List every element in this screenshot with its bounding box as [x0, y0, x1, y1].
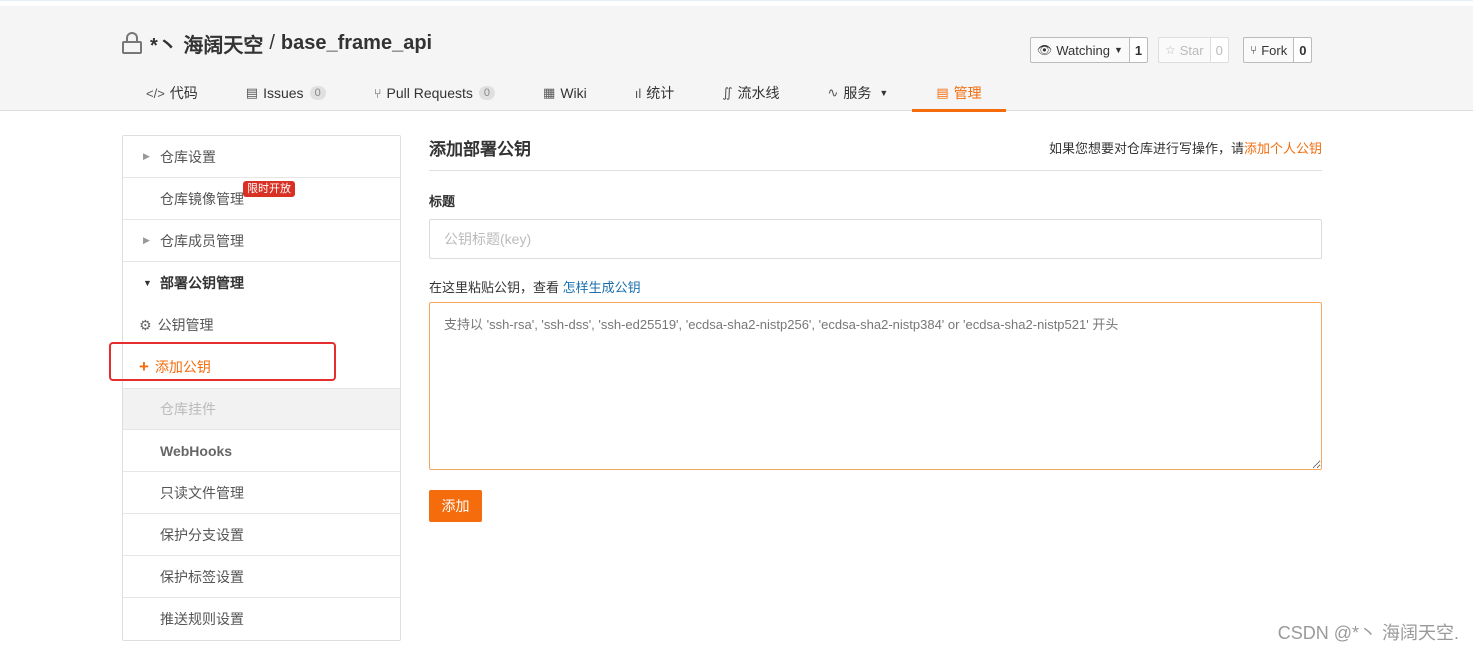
- tab-label: Pull Requests: [386, 85, 473, 101]
- watch-count[interactable]: 1: [1129, 37, 1149, 63]
- tab-wiki[interactable]: ▦ Wiki: [519, 75, 611, 111]
- settings-sidebar: ▶ 仓库设置 仓库镜像管理 限时开放 ▶ 仓库成员管理 ▼ 部署公钥管理 ⚙ 公…: [122, 135, 401, 641]
- sidebar-item-readonly-files[interactable]: 只读文件管理: [123, 472, 400, 514]
- watch-button[interactable]: 👁 Watching ▼: [1030, 37, 1130, 63]
- chevron-down-icon: ▼: [1113, 45, 1123, 55]
- tab-label: Issues: [263, 85, 304, 101]
- sidebar-item-label: 仓库镜像管理: [160, 190, 244, 207]
- sidebar-item-protected-branches[interactable]: 保护分支设置: [123, 514, 400, 556]
- fork-control[interactable]: ⑂ Fork 0: [1243, 37, 1313, 63]
- watch-control[interactable]: 👁 Watching ▼ 1: [1030, 37, 1149, 63]
- repo-tabs: </> 代码 ▤ Issues 0 ⑂ Pull Requests 0 ▦ Wi…: [122, 75, 1006, 112]
- add-key-button[interactable]: 添加: [429, 490, 482, 522]
- how-to-generate-key-link[interactable]: 怎样生成公钥: [563, 280, 641, 295]
- code-icon: </>: [146, 85, 165, 101]
- repo-title: *丶 海阔天空 / base_frame_api: [122, 29, 432, 58]
- repo-name-link[interactable]: base_frame_api: [281, 32, 432, 55]
- manage-icon: ▤: [936, 85, 949, 100]
- sidebar-item-label: 仓库挂件: [160, 401, 216, 417]
- title-label: 标题: [429, 194, 456, 209]
- pipeline-icon: ∬: [722, 85, 733, 100]
- tab-issues[interactable]: ▤ Issues 0: [222, 75, 350, 111]
- sidebar-item-label: 保护分支设置: [160, 526, 244, 543]
- star-control[interactable]: ☆ Star 0: [1158, 37, 1229, 63]
- repo-header: *丶 海阔天空 / base_frame_api 👁 Watching ▼ 1 …: [0, 6, 1473, 112]
- sidebar-item-label: 推送规则设置: [160, 611, 244, 627]
- sidebar-item-push-rules[interactable]: 推送规则设置: [123, 598, 400, 640]
- caret-down-icon: ▼: [879, 88, 889, 98]
- add-personal-key-link[interactable]: 添加个人公钥: [1244, 141, 1322, 156]
- watch-label: Watching: [1056, 42, 1110, 58]
- caret-right-icon: ▶: [143, 235, 150, 245]
- fork-button[interactable]: ⑂ Fork: [1243, 37, 1295, 63]
- fork-count[interactable]: 0: [1294, 37, 1313, 63]
- caret-right-icon: ▶: [143, 151, 150, 161]
- personal-key-hint: 如果您想要对仓库进行写操作，请添加个人公钥: [1049, 138, 1322, 157]
- issues-count-badge: 0: [309, 86, 326, 100]
- paste-label-text: 在这里粘贴公钥，查看: [429, 280, 560, 295]
- fork-icon: ⑂: [1250, 43, 1258, 57]
- star-button[interactable]: ☆ Star: [1158, 37, 1211, 63]
- tab-code[interactable]: </> 代码: [122, 75, 222, 111]
- tab-services[interactable]: ∿ 服务 ▼: [804, 75, 913, 111]
- sidebar-item-widgets: 仓库挂件: [123, 388, 400, 430]
- annotation-highlight-box: [109, 342, 336, 381]
- sidebar-item-label: 保护标签设置: [160, 568, 244, 585]
- star-icon: ☆: [1165, 43, 1176, 57]
- sidebar-item-label: 仓库成员管理: [160, 232, 244, 249]
- tab-label: 管理: [953, 85, 982, 101]
- sidebar-item-label: WebHooks: [160, 442, 233, 459]
- pulse-icon: ∿: [827, 85, 839, 100]
- sidebar-item-members[interactable]: ▶ 仓库成员管理: [123, 220, 400, 262]
- public-key-textarea[interactable]: [429, 302, 1322, 470]
- page-title: 添加部署公钥: [429, 140, 531, 159]
- watermark: CSDN @*丶 海阔天空.: [1277, 623, 1459, 643]
- repo-separator: /: [269, 31, 275, 54]
- hint-text: 如果您想要对仓库进行写操作，请: [1048, 141, 1244, 156]
- repo-owner-link[interactable]: *丶 海阔天空: [150, 29, 263, 58]
- gear-icon: ⚙: [139, 316, 152, 333]
- sidebar-item-label: 公钥管理: [157, 317, 214, 333]
- tab-label: 服务: [843, 85, 872, 101]
- sidebar-item-key-manage[interactable]: ⚙ 公钥管理: [123, 304, 400, 346]
- key-title-input[interactable]: [429, 219, 1322, 259]
- sidebar-item-repo-settings[interactable]: ▶ 仓库设置: [123, 136, 400, 178]
- tab-label: 流水线: [737, 85, 780, 101]
- add-deploy-key-form: 添加部署公钥 如果您想要对仓库进行写操作，请添加个人公钥 标题 在这里粘贴公钥，…: [429, 135, 1322, 522]
- sidebar-item-label: 部署公钥管理: [160, 275, 244, 291]
- tab-pull-requests[interactable]: ⑂ Pull Requests 0: [350, 75, 519, 111]
- limited-time-badge: 限时开放: [243, 181, 295, 197]
- book-icon: ▦: [543, 85, 556, 100]
- sidebar-item-label: 仓库设置: [160, 148, 216, 165]
- eye-icon: 👁: [1037, 43, 1053, 57]
- star-count[interactable]: 0: [1210, 37, 1229, 63]
- tab-stats[interactable]: ıl 统计: [611, 75, 699, 111]
- bar-chart-icon: ıl: [634, 85, 642, 101]
- pull-request-icon: ⑂: [373, 85, 382, 101]
- pr-count-badge: 0: [478, 86, 496, 100]
- fork-label: Fork: [1261, 42, 1288, 58]
- tab-label: 统计: [646, 85, 675, 101]
- sidebar-item-protected-tags[interactable]: 保护标签设置: [123, 556, 400, 598]
- sidebar-item-webhooks[interactable]: WebHooks: [123, 430, 400, 472]
- paste-key-label: 在这里粘贴公钥，查看 怎样生成公钥: [429, 277, 1322, 296]
- sidebar-item-label: 只读文件管理: [160, 484, 244, 501]
- issues-icon: ▤: [245, 85, 259, 100]
- tab-label: 代码: [169, 85, 198, 101]
- lock-icon: [122, 32, 142, 54]
- star-label: Star: [1179, 42, 1204, 58]
- form-header: 添加部署公钥 如果您想要对仓库进行写操作，请添加个人公钥: [429, 135, 1322, 171]
- tab-pipeline[interactable]: ∬ 流水线: [698, 75, 803, 111]
- tab-manage[interactable]: ▤ 管理: [912, 75, 1006, 112]
- sidebar-item-mirror[interactable]: 仓库镜像管理 限时开放: [123, 178, 400, 220]
- tab-label: Wiki: [560, 85, 587, 101]
- caret-down-icon: ▼: [143, 278, 152, 288]
- sidebar-item-deploy-keys[interactable]: ▼ 部署公钥管理: [123, 262, 400, 304]
